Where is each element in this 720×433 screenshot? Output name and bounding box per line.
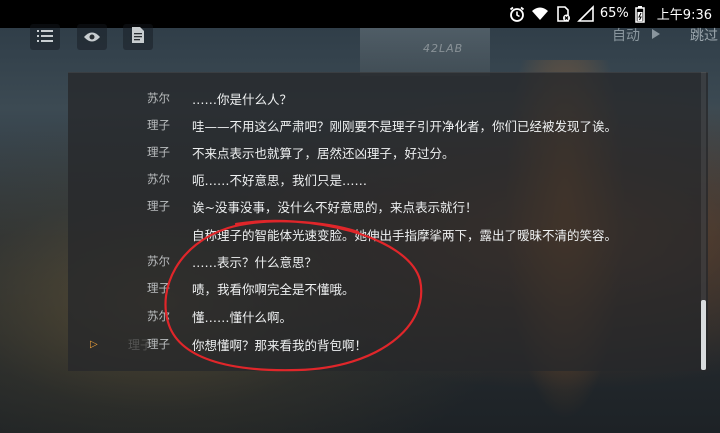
speaker-name: 苏尔 (147, 91, 170, 105)
current-line-marker-icon: ▷ (90, 338, 98, 350)
log-entry: 苏尔 ……表示？什么意思？ (68, 248, 708, 274)
no-sim-icon (554, 5, 572, 23)
speaker-name: 理子 (147, 145, 170, 159)
skip-button[interactable]: 跳过 (690, 25, 720, 45)
play-icon (652, 27, 660, 43)
log-entry: 理子 啧，我看你啊完全是不懂哦。 (68, 275, 708, 301)
dialogue-text: ……你是什么人？ (192, 91, 293, 107)
log-entry: 苏尔 呃……不好意思，我们只是…… (68, 166, 708, 192)
log-scrollbar[interactable] (701, 72, 706, 370)
signal-icon (576, 4, 595, 23)
speaker-name: 苏尔 (147, 172, 170, 186)
speaker-name: 理子 (147, 118, 170, 132)
dialogue-text: 呃……不好意思，我们只是…… (192, 172, 368, 188)
dialogue-text: 不来点表示也就算了，居然还凶理子，好过分。 (192, 145, 455, 161)
eye-icon (83, 28, 101, 47)
log-entry: 理子 诶~没事没事，没什么不好意思的，来点表示就行！ (68, 193, 708, 219)
auto-label: 自动 (612, 28, 640, 44)
background-sign: 42LAB (423, 42, 464, 55)
narration-text: 自称理子的智能体光速变脸。她伸出手指摩挲两下，露出了暧昧不清的笑容。 (192, 227, 618, 243)
speaker-name: 苏尔 (147, 309, 170, 323)
speaker-name: 理子 (147, 281, 170, 295)
log-entry-narration: 自称理子的智能体光速变脸。她伸出手指摩挲两下，露出了暧昧不清的笑容。 (68, 221, 708, 247)
dialogue-text: 你想懂啊？那来看我的背包啊！ (192, 337, 368, 353)
log-entry: 理子 哇——不用这么严肃吧？刚刚要不是理子引开净化者，你们已经被发现了诶。 (68, 112, 708, 138)
dialogue-text: 懂……懂什么啊。 (192, 309, 293, 325)
log-entry: 苏尔 ……你是什么人？ (68, 85, 708, 111)
dialogue-text: ……表示？什么意思？ (192, 254, 318, 270)
speaker-name: 理子 (147, 337, 170, 351)
log-entry: 理子 不来点表示也就算了，居然还凶理子，好过分。 (68, 139, 708, 165)
battery-percent: 65% (599, 6, 629, 21)
list-icon (37, 28, 53, 47)
dialogue-text: 诶~没事没事，没什么不好意思的，来点表示就行！ (192, 199, 478, 215)
alarm-icon (508, 5, 526, 23)
log-entry: 苏尔 懂……懂什么啊。 (68, 303, 708, 329)
battery-icon (634, 5, 652, 23)
log-button[interactable] (123, 24, 153, 50)
speaker-name: 苏尔 (147, 254, 170, 268)
document-icon (131, 27, 145, 47)
clock: 上午9:36 (656, 8, 712, 23)
dialogue-text: 哇——不用这么严肃吧？刚刚要不是理子引开净化者，你们已经被发现了诶。 (192, 118, 618, 134)
status-bar: 65% 上午9:36 (0, 0, 720, 28)
dialogue-log-panel[interactable]: 苏尔 ……你是什么人？ 理子 哇——不用这么严肃吧？刚刚要不是理子引开净化者，你… (68, 72, 708, 371)
log-entry-current: ▷ 理子 理子 你想懂啊？那来看我的背包啊！ (68, 331, 708, 357)
speaker-name: 理子 (147, 199, 170, 213)
wifi-icon (531, 5, 549, 23)
menu-button[interactable] (30, 24, 60, 50)
hide-ui-button[interactable] (77, 24, 107, 50)
auto-button[interactable]: 自动 (612, 25, 660, 45)
scrollbar-thumb[interactable] (701, 300, 706, 370)
dialogue-text: 啧，我看你啊完全是不懂哦。 (192, 281, 355, 297)
